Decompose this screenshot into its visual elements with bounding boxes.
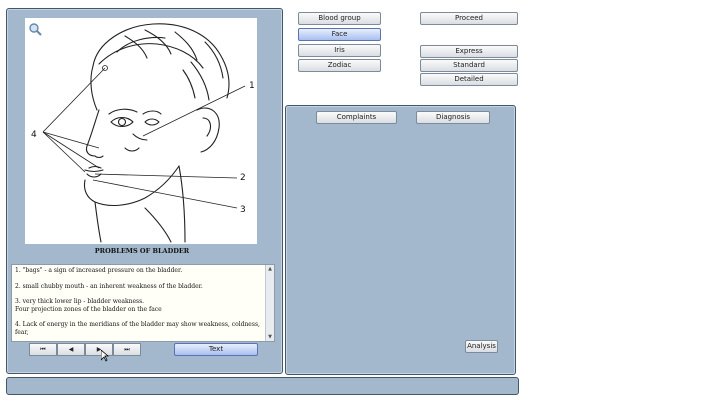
complaints-tab[interactable]: Complaints: [316, 111, 397, 124]
right-panel: [285, 105, 516, 375]
face-drawing: 1 2 3 4: [31, 23, 255, 243]
zodiac-button[interactable]: Zodiac: [298, 59, 381, 72]
iris-button[interactable]: Iris: [298, 44, 381, 57]
description-scrollbar[interactable]: ▲ ▼: [265, 265, 274, 341]
magnifier-icon[interactable]: [28, 21, 42, 36]
description-line-2: 2. small chubby mouth - an inherent weak…: [15, 282, 203, 290]
proceed-button[interactable]: Proceed: [420, 12, 518, 25]
description-line-1: 1. "bags" - a sign of increased pressure…: [15, 267, 183, 274]
standard-button[interactable]: Standard: [420, 59, 518, 72]
prev-page-button[interactable]: ◀: [57, 343, 85, 356]
mouse-cursor-icon: [100, 347, 110, 362]
last-page-button[interactable]: ⏭: [113, 343, 141, 356]
scroll-up-icon[interactable]: ▲: [266, 265, 274, 273]
text-button[interactable]: Text: [174, 343, 258, 356]
face-illustration: 1 2 3 4: [25, 18, 257, 244]
description-textbox[interactable]: 1. "bags" - a sign of increased pressure…: [11, 264, 275, 342]
label-2: 2: [240, 173, 246, 183]
label-3: 3: [240, 205, 246, 215]
first-page-button[interactable]: ⏮: [29, 343, 57, 356]
analysis-button[interactable]: Analysis: [465, 340, 498, 353]
detailed-button[interactable]: Detailed: [420, 73, 518, 86]
scroll-down-icon[interactable]: ▼: [266, 333, 274, 341]
last-icon: ⏭: [124, 346, 130, 353]
blood-group-button[interactable]: Blood group: [298, 12, 381, 25]
description-line-5: 4. Lack of energy in the meridians of th…: [15, 321, 260, 336]
prev-icon: ◀: [68, 346, 74, 353]
figure-caption: PROBLEMS OF BLADDER: [94, 247, 190, 255]
express-button[interactable]: Express: [420, 45, 518, 58]
diagnosis-tab[interactable]: Diagnosis: [416, 111, 490, 124]
face-button[interactable]: Face: [298, 28, 381, 41]
status-bar: [6, 377, 519, 395]
description-line-3: 3. very thick lower lip - bladder weakne…: [15, 298, 145, 306]
first-icon: ⏮: [40, 346, 46, 353]
label-4: 4: [31, 130, 37, 140]
description-line-4: Four projection zones of the bladder on …: [15, 305, 162, 313]
label-1: 1: [249, 81, 255, 91]
